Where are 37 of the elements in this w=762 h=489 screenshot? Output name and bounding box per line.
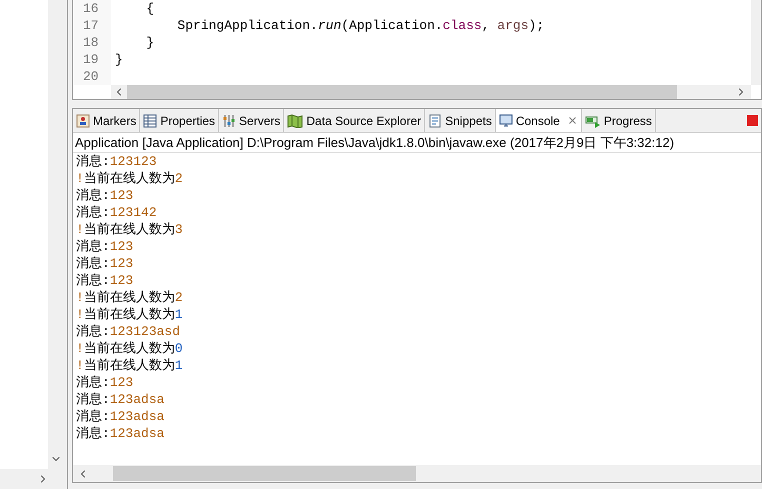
progress-icon xyxy=(584,114,601,128)
console-line: 消息:123adsa xyxy=(76,425,166,442)
console-line: 消息:123142 xyxy=(76,204,158,221)
code-line: { xyxy=(145,0,154,17)
console-line: 消息:123123asd xyxy=(76,323,182,340)
console-line: !当前在线人数为0 xyxy=(76,340,184,357)
console-line: 消息:123adsa xyxy=(76,391,166,408)
line-number: 17 xyxy=(83,17,100,34)
code-line: } xyxy=(115,51,123,68)
document-icon xyxy=(428,114,442,128)
close-icon[interactable] xyxy=(566,115,578,126)
console-line: 消息:123 xyxy=(76,255,134,272)
console-line: !当前在线人数为2 xyxy=(76,289,184,306)
code-line: } xyxy=(145,34,154,51)
console-line: 消息:123 xyxy=(76,238,134,255)
console-line: 消息:123123 xyxy=(76,153,158,170)
map-icon xyxy=(287,114,304,128)
console-line: 消息:123 xyxy=(76,272,134,289)
view-tab[interactable]: Console xyxy=(496,109,582,132)
console-line: 消息:123adsa xyxy=(76,408,166,425)
monitor-icon xyxy=(498,114,513,128)
markers-icon xyxy=(76,114,90,128)
console-line: !当前在线人数为2 xyxy=(76,170,184,187)
console-line: !当前在线人数为1 xyxy=(76,357,184,374)
line-number: 20 xyxy=(83,68,100,85)
code-line: SpringApplication.run(Application.class, args); xyxy=(176,17,544,34)
scroll-thumb[interactable] xyxy=(113,466,416,481)
console-line: !当前在线人数为3 xyxy=(76,221,184,238)
table-icon xyxy=(143,114,158,128)
sliders-icon xyxy=(222,114,236,128)
console-line: !当前在线人数为1 xyxy=(76,306,184,323)
console-line: 消息:123 xyxy=(76,374,134,391)
line-number: 16 xyxy=(83,0,100,17)
line-number: 19 xyxy=(83,51,100,68)
line-number: 18 xyxy=(83,34,100,51)
console-line: 消息:123 xyxy=(76,187,134,204)
console-title: Application [Java Application] D:\Program Files\Java\jdk1.8.0\bin\javaw.exe (2017年2月9日 下午3:32:12) xyxy=(75,134,674,152)
